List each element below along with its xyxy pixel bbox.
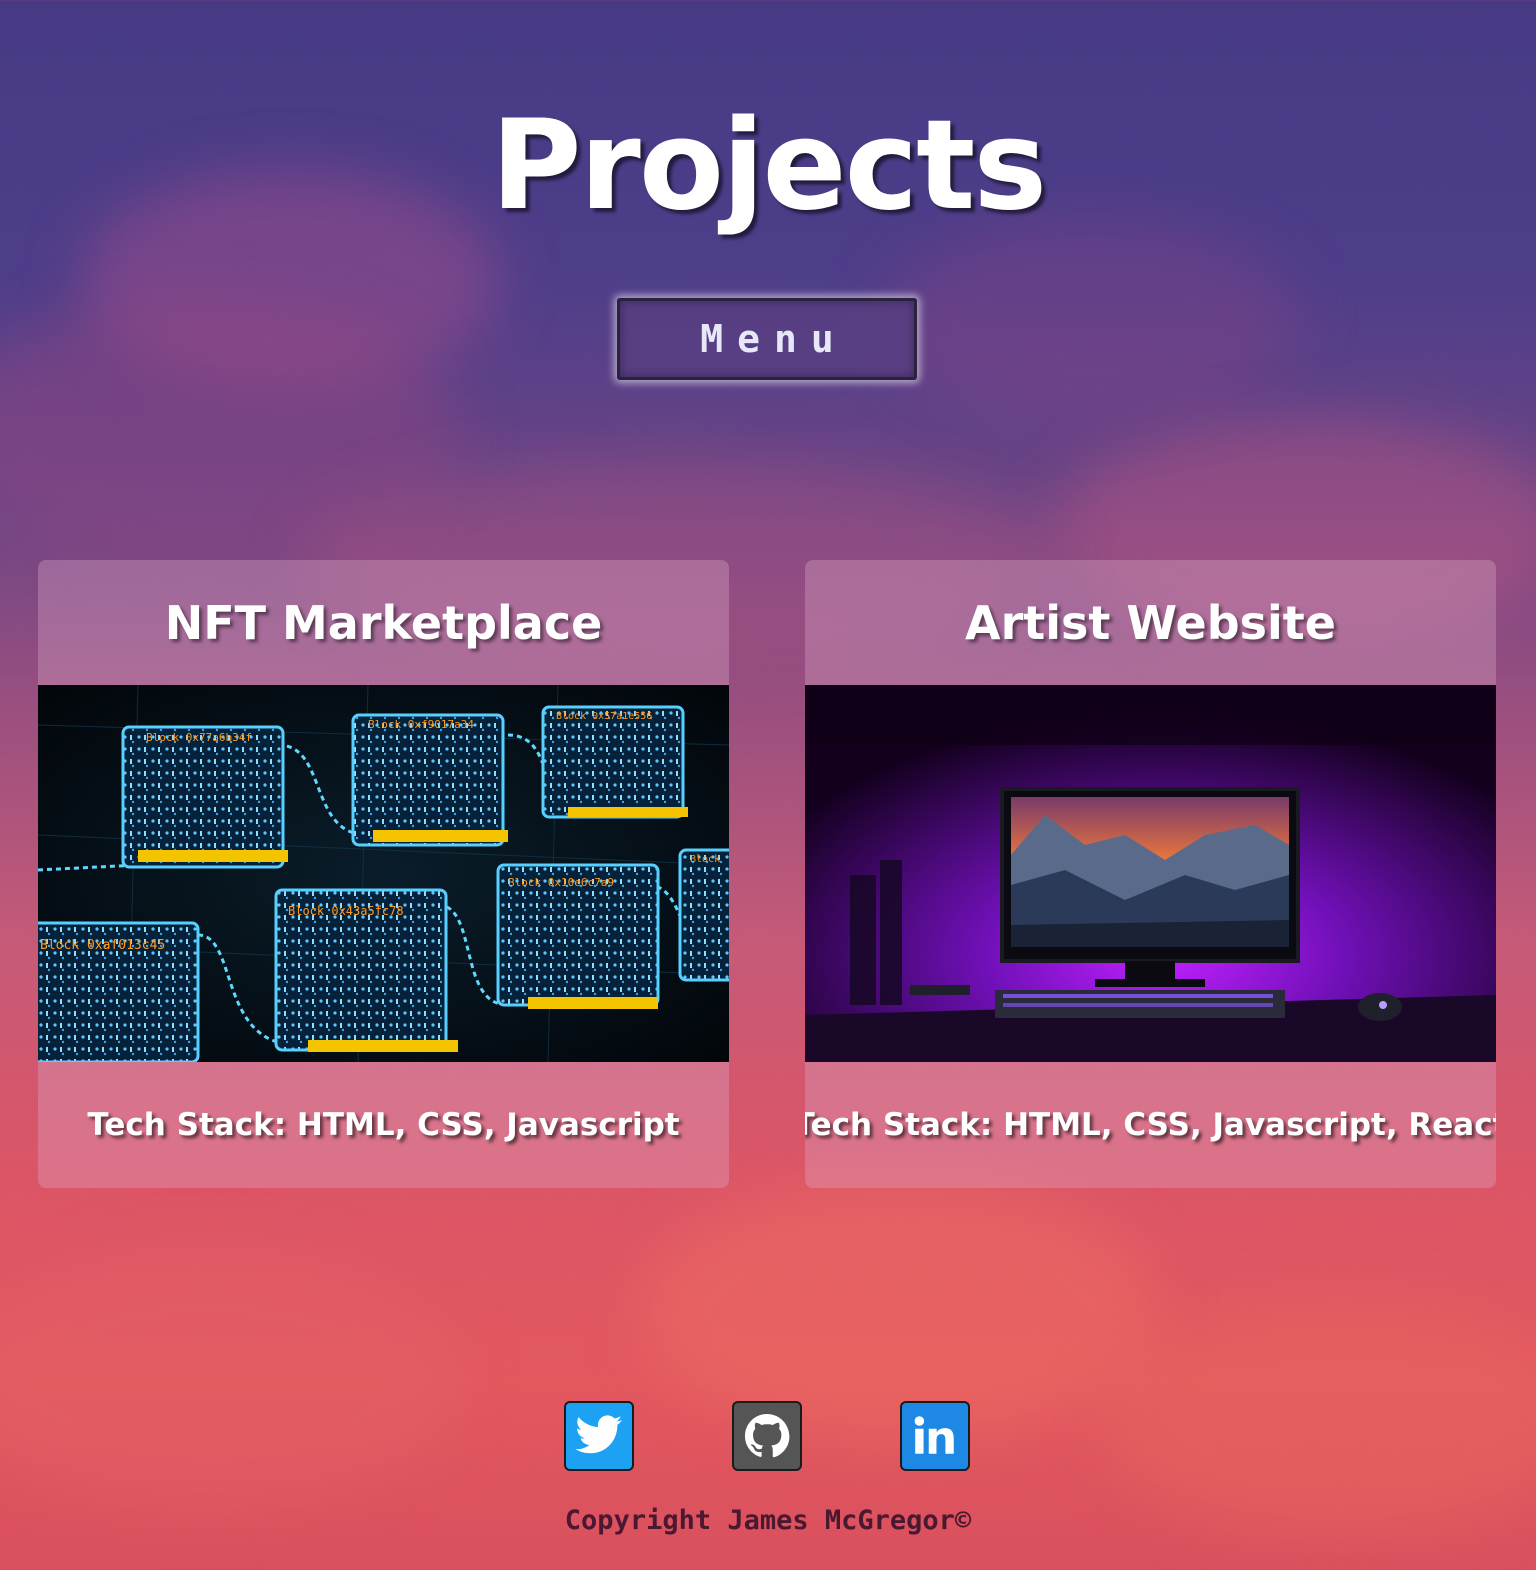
blockchain-blocks-image: Block 0x77a6b34f Block 0xf9017a34 Block … bbox=[38, 685, 729, 1062]
github-icon[interactable] bbox=[732, 1401, 802, 1471]
block-5: Block 0x43a5fc78 bbox=[274, 888, 458, 1052]
svg-text:Block 0xaf013c45: Block 0xaf013c45 bbox=[40, 938, 165, 953]
block-1: Block 0x77a6b34f bbox=[121, 725, 288, 869]
svg-text:Block: Block bbox=[690, 854, 720, 865]
svg-text:Block 0x57a1e556: Block 0x57a1e556 bbox=[556, 711, 652, 722]
svg-text:Block 0x43a5fc78: Block 0x43a5fc78 bbox=[288, 904, 404, 918]
svg-text:Block 0xf9017a34: Block 0xf9017a34 bbox=[368, 718, 474, 731]
project-title: Artist Website bbox=[965, 595, 1336, 650]
project-title: NFT Marketplace bbox=[164, 595, 603, 650]
project-card-artist-website[interactable]: Artist Website Tech Stack: HTML, CSS, Ja… bbox=[805, 560, 1496, 1188]
twitter-icon[interactable] bbox=[564, 1401, 634, 1471]
linkedin-icon[interactable] bbox=[900, 1401, 970, 1471]
menu-button[interactable]: Menu bbox=[617, 298, 917, 380]
copyright-text: Copyright James McGregor© bbox=[564, 1505, 972, 1536]
project-tech-stack: Tech Stack: HTML, CSS, Javascript, React bbox=[805, 1107, 1496, 1143]
social-links bbox=[0, 1401, 1536, 1473]
block-6: Block 0x10e6c7a9 bbox=[496, 863, 660, 1009]
block-2: Block 0xf9017a34 bbox=[351, 713, 508, 847]
project-card-nft-marketplace[interactable]: NFT Marketplace Block 0x77a6b34f Block 0… bbox=[38, 560, 729, 1188]
svg-text:Block 0x77a6b34f: Block 0x77a6b34f bbox=[146, 731, 252, 744]
block-7: Block bbox=[678, 848, 729, 982]
page-title: Projects bbox=[490, 94, 1047, 238]
purple-lit-desk-computer-image bbox=[805, 685, 1496, 1062]
block-4: Block 0xaf013c45 bbox=[38, 921, 200, 1062]
svg-text:Block 0x10e6c7a9: Block 0x10e6c7a9 bbox=[508, 876, 614, 889]
project-tech-stack: Tech Stack: HTML, CSS, Javascript bbox=[87, 1107, 680, 1143]
block-3: Block 0x57a1e556 bbox=[541, 705, 688, 819]
